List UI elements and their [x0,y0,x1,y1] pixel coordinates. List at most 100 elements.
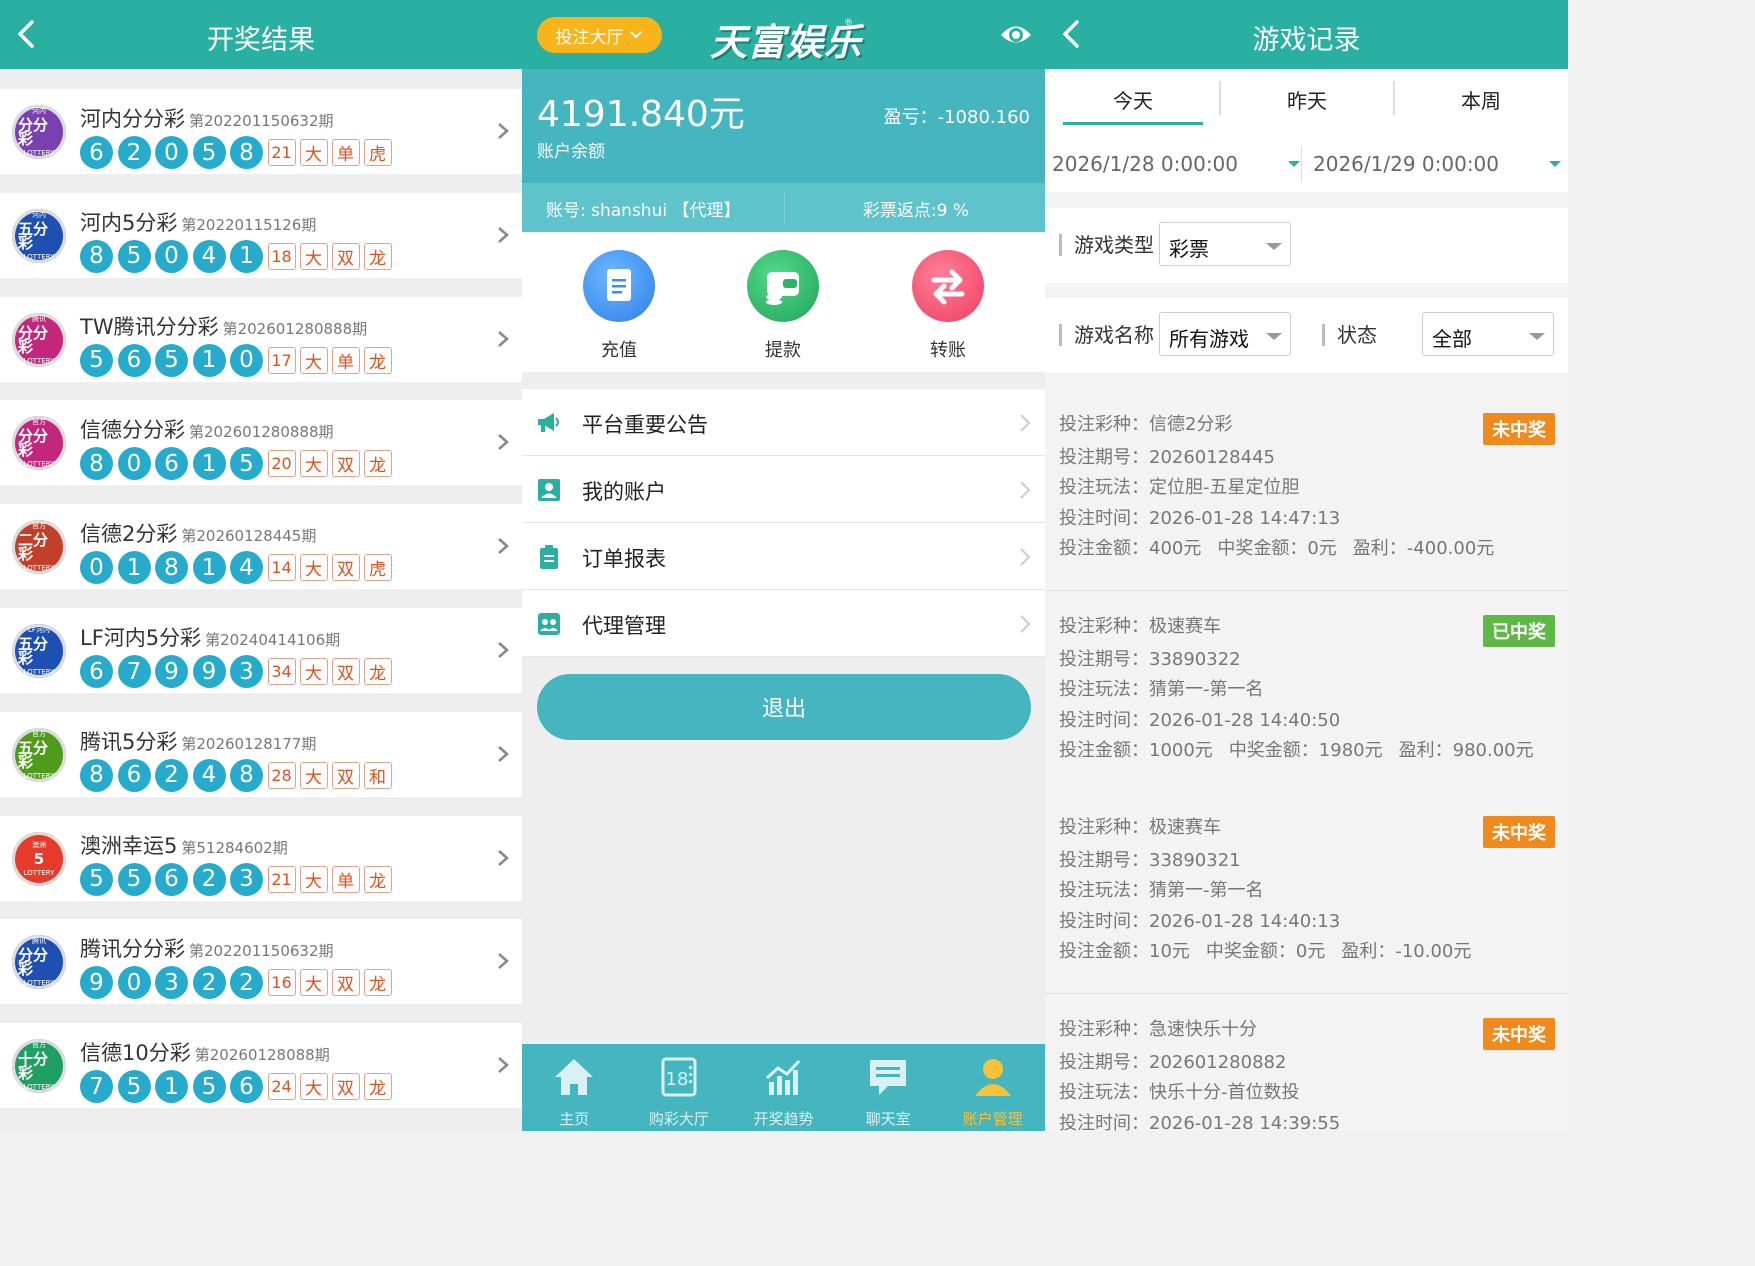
lottery-result-row[interactable]: LF河内 五分彩 LOTTERY LF河内5分彩 第20240414106期 6 7 9 9 3 3… [0,608,522,693]
game-name-select[interactable]: 所有游戏 [1159,312,1291,356]
date-from-field[interactable]: 2026/1/28 0:00:00 [1052,136,1302,192]
tab-home[interactable]: 主页 [522,1044,627,1131]
parity-tag: 双 [331,242,360,270]
result-balls: 8 6 2 4 8 28 大双和 [80,758,396,792]
lottery-result-row[interactable]: 官方 分分彩 LOTTERY 信德分分彩 第202601280888期 8 0 6 1 5 20 大双… [0,400,522,486]
tab-trends[interactable]: 开奖趋势 [731,1044,836,1131]
lottery-logo-icon: 河内 分分彩 LOTTERY [12,105,66,159]
bet-record[interactable]: 投注彩种：极速赛车 投注期号：33890321 投注玩法：猜第一-第一名 投注时间：2… [1045,792,1568,994]
tab-this-week[interactable]: 本周 [1411,85,1551,114]
tab-label: 账户管理 [962,1110,1023,1128]
record-amounts: 投注金额：1000元 中奖金额：1980元 盈利：980.00元 [1059,736,1550,762]
lottery-title: 信德分分彩 [80,418,185,443]
size-tag: 大 [299,242,328,270]
lottery-result-row[interactable]: 河内 五分彩 LOTTERY 河内5分彩 第20220115126期 8 5 0 4 1 18 大双龙 [0,192,522,278]
lottery-result-row[interactable]: 腾讯 分分彩 LOTTERY TW腾讯分分彩 第202601280888期 5 6 5 1 0 17… [0,296,522,382]
logo-text: 五分彩 [18,738,49,771]
lottery-result-row[interactable]: 澳洲 5 LOTTERY 澳洲幸运5 第51284602期 5 5 6 2 3 21 大单龙 [0,815,522,901]
tab-account[interactable]: 账户管理 [940,1044,1045,1131]
transfer-label: 转账 [930,340,966,361]
date-to-value: 2026/1/29 0:00:00 [1313,152,1500,176]
lottery-logo-icon: 腾讯 分分彩 LOTTERY [12,312,66,367]
dropdown-caret-icon [1288,161,1300,167]
result-ball: 1 [192,551,226,585]
tab-chat[interactable]: 聊天室 [836,1044,941,1131]
result-ball: 3 [230,655,263,688]
result-balls: 5 6 5 1 0 17 大单龙 [80,343,396,377]
result-ball: 2 [117,136,151,169]
bet-lottery: 投注彩种：极速赛车 [1059,615,1221,637]
lottery-result-row[interactable]: 河内 分分彩 LOTTERY 河内分分彩 第202201150632期 6 2 0 5 8 21 大单… [0,89,522,174]
status-select[interactable]: 全部 [1422,312,1554,356]
divider [1219,81,1221,115]
account-name: 账号: shanshui 【代理】 [546,201,741,221]
game-type-value: 彩票 [1169,237,1209,261]
lottery-result-row[interactable]: 腾讯 分分彩 LOTTERY 腾讯分分彩 第202201150632期 9 0 3 2 2 16 大双… [0,919,522,1005]
transfer-button[interactable]: 转账 [898,250,998,362]
chevron-right-icon [498,538,509,555]
bet-period: 投注期号：20260128445 [1059,447,1275,468]
bet-record[interactable]: 投注彩种：极速赛车 投注期号：33890322 投注玩法：猜第一-第一名 投注时间：2… [1045,590,1568,793]
divider [784,191,785,225]
wallet-icon [747,250,819,322]
tab-label: 聊天室 [865,1110,911,1128]
lottery-result-row[interactable]: 官方 二分彩 LOTTERY 信德2分彩 第20260128445期 0 1 8 1 4 14 大双虎 [0,504,522,590]
bet-record[interactable]: 投注彩种：信德2分彩 投注期号：20260128445 投注玩法：定位胆-五星定位胆… [1045,389,1568,591]
result-ball: 4 [230,551,263,585]
transfer-icon [912,250,984,322]
bet-record[interactable]: 投注彩种：急速快乐十分 投注期号：202601280882 投注玩法：快乐十分-首位… [1045,993,1568,1131]
dragon-tiger-tag: 和 [363,761,392,789]
sum-tag: 24 [267,1073,296,1101]
result-ball: 1 [192,343,226,377]
win-amount: 中奖金额：0元 [1205,941,1326,962]
parity-tag: 单 [331,139,360,166]
menu-item-agent-management[interactable]: 代理管理 [522,590,1045,657]
user-icon [974,1059,1011,1096]
dropdown-caret-icon [1529,333,1545,340]
date-to-field[interactable]: 2026/1/29 0:00:00 [1313,136,1563,192]
rebate-rate: 彩票返点:9 % [862,201,969,221]
logout-button[interactable]: 退出 [537,674,1031,740]
bet-play: 投注玩法：定位胆-五星定位胆 [1059,477,1300,498]
chevron-right-icon [1020,615,1031,633]
eye-icon[interactable] [999,20,1033,50]
balance-card: 4191.840元 账户余额 盈亏：-1080.160 [522,69,1045,183]
lottery-title: 河内分分彩 [80,107,185,131]
result-ball: 0 [230,343,263,377]
deposit-button[interactable]: 充值 [569,250,669,362]
result-ball: 5 [192,1070,226,1104]
size-tag: 大 [299,969,328,997]
menu-item-my-account[interactable]: 我的账户 [522,456,1045,523]
tab-lottery-hall[interactable]: 18 购彩大厅 [627,1044,732,1131]
date-range-row: 2026/1/28 0:00:00 2026/1/29 0:00:00 [1045,136,1568,192]
tab-today[interactable]: 今天 [1063,85,1203,114]
dragon-tiger-tag: 龙 [363,865,392,893]
result-ball: 2 [230,966,263,1000]
result-ball: 5 [230,447,263,481]
chevron-right-icon [498,1057,509,1074]
result-ball: 2 [192,966,226,1000]
bet-period: 投注期号：33890321 [1059,850,1241,871]
menu-item-announcements[interactable]: 平台重要公告 [522,389,1045,456]
menu-item-label: 订单报表 [582,547,666,571]
result-ball: 8 [155,551,188,585]
game-type-select[interactable]: 彩票 [1159,222,1291,266]
menu-item-order-report[interactable]: 订单报表 [522,523,1045,590]
lottery-logo-icon: 官方 五分彩 LOTTERY [12,727,66,782]
lottery-result-row[interactable]: 官方 五分彩 LOTTERY 腾讯5分彩 第20260128177期 8 6 2 4 8 28 大双和 [0,711,522,797]
result-ball: 0 [80,551,113,585]
withdraw-button[interactable]: 提款 [733,250,833,362]
tab-yesterday[interactable]: 昨天 [1237,85,1377,114]
size-tag: 大 [299,658,328,685]
result-ball: 5 [117,862,151,896]
profit-loss: 盈亏：-1080.160 [883,107,1030,128]
lottery-logo-icon: 官方 十分彩 LOTTERY [12,1039,66,1094]
betting-hall-button[interactable]: 投注大厅 [537,17,662,53]
bet-time: 投注时间：2026-01-28 14:40:50 [1059,709,1341,731]
account-header: 投注大厅 天富娱乐 ® [522,0,1045,69]
result-balls: 8 5 0 4 1 18 大双龙 [80,239,396,273]
profit-amount: 盈利：-400.00元 [1352,538,1495,559]
game-type-label: 游戏类型 [1059,234,1154,256]
win-amount: 中奖金额：1980元 [1228,739,1383,761]
lottery-result-row[interactable]: 官方 十分彩 LOTTERY 信德10分彩 第20260128088期 7 5 1 5 6 24 大双… [0,1023,522,1109]
